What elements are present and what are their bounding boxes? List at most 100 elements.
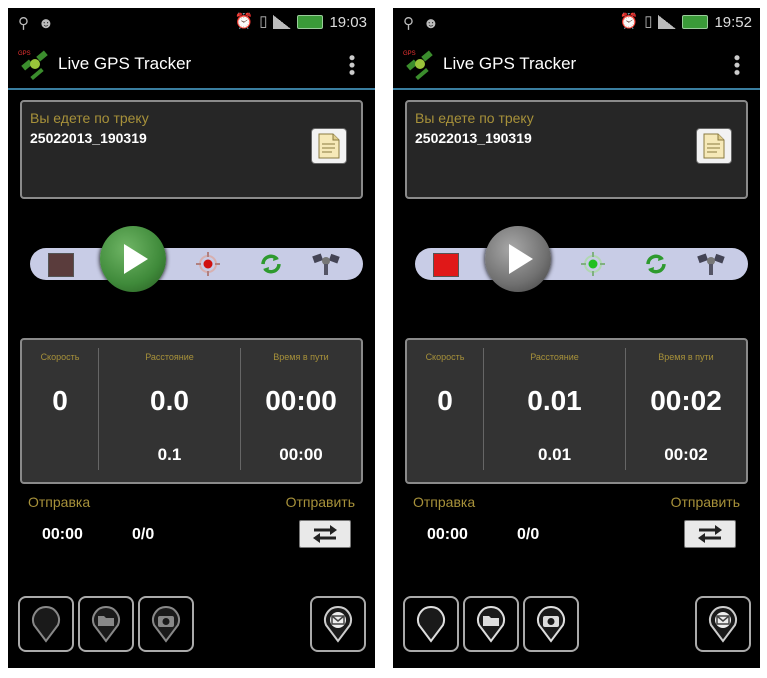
camera-pin-icon [152, 606, 180, 643]
document-icon [703, 133, 725, 159]
svg-text:GPS: GPS [403, 51, 416, 57]
distance-label: Расстояние [145, 352, 194, 362]
vibrate-icon: ▯ [644, 13, 653, 30]
send-button[interactable] [299, 520, 351, 548]
distance-label: Расстояние [530, 352, 579, 362]
satellite-icon[interactable] [312, 251, 340, 277]
stop-button[interactable] [433, 253, 459, 277]
sync-icon[interactable] [258, 251, 284, 277]
time-value: 00:02 [650, 385, 722, 416]
send-action-label: Отправить [285, 494, 355, 510]
satellite-icon[interactable] [697, 251, 725, 277]
distance-stat: Расстояние 0.0 0.1 [99, 340, 240, 468]
app-title: Live GPS Tracker [58, 54, 192, 73]
time-stat: Время в пути 00:00 00:00 [241, 340, 361, 468]
map-pin-button[interactable] [18, 596, 74, 652]
document-icon [318, 133, 340, 159]
message-pin-button[interactable] [310, 596, 366, 652]
alarm-icon: ⏰ [619, 13, 639, 30]
alarm-icon: ⏰ [234, 13, 254, 30]
status-bar: ⚲ ☻ ⏰ ▯ 19:52 [393, 8, 760, 40]
time-label: Время в пути [273, 352, 329, 362]
message-pin-icon [709, 606, 737, 643]
play-icon [509, 244, 533, 274]
satellite-logo-icon: GPS [18, 50, 48, 81]
speed-stat: Скорость 0 [22, 340, 98, 468]
overflow-menu-icon[interactable] [349, 54, 355, 76]
signal-icon [658, 15, 677, 29]
svg-text:GPS: GPS [18, 51, 31, 57]
track-panel: Вы едете по треку 25022013_190319 [405, 100, 748, 199]
folder-pin-button[interactable] [463, 596, 519, 652]
map-pin-icon [417, 606, 445, 643]
send-title: Отправка [413, 494, 476, 510]
send-time: 00:00 [427, 526, 468, 543]
distance-stat: Расстояние 0.01 0.01 [484, 340, 625, 468]
play-button[interactable] [100, 226, 166, 292]
message-pin-button[interactable] [695, 596, 751, 652]
android-icon: ☻ [423, 15, 439, 32]
track-panel: Вы едете по треку 25022013_190319 [20, 100, 363, 199]
send-time: 00:00 [42, 526, 83, 543]
battery-icon [682, 15, 709, 29]
track-label: Вы едете по треку [30, 110, 149, 126]
battery-icon [297, 15, 324, 29]
usb-icon: ⚲ [18, 15, 29, 32]
swap-arrows-icon [313, 525, 337, 543]
speed-value: 0 [52, 385, 68, 416]
app-title: Live GPS Tracker [443, 54, 577, 73]
control-bar [30, 226, 363, 292]
swap-arrows-icon [698, 525, 722, 543]
send-title: Отправка [28, 494, 91, 510]
speed-stat: Скорость 0 [407, 340, 483, 468]
control-bar [415, 226, 748, 292]
distance-sub-value: 0.1 [157, 445, 182, 464]
track-name: 25022013_190319 [30, 130, 147, 146]
send-count: 0/0 [132, 526, 155, 543]
status-bar: ⚲ ☻ ⏰ ▯ 19:03 [8, 8, 375, 40]
send-button[interactable] [684, 520, 736, 548]
track-label: Вы едете по треку [415, 110, 534, 126]
distance-value: 0.0 [150, 385, 189, 416]
message-pin-icon [324, 606, 352, 643]
app-bar: GPS Live GPS Tracker [393, 40, 760, 90]
stats-panel: Скорость 0 Расстояние 0.0 0.1 Время в пу… [20, 338, 363, 484]
distance-value: 0.01 [527, 385, 582, 416]
map-pin-button[interactable] [403, 596, 459, 652]
android-icon: ☻ [38, 15, 54, 32]
time-sub-value: 00:02 [664, 445, 708, 464]
gps-target-icon[interactable] [581, 252, 605, 276]
camera-pin-button[interactable] [138, 596, 194, 652]
speed-label: Скорость [40, 352, 80, 362]
phone-screen-2: ⚲ ☻ ⏰ ▯ 19:52 GPS Live GPS Tracker Вы ед… [393, 8, 760, 668]
folder-pin-button[interactable] [78, 596, 134, 652]
phone-screen-1: ⚲ ☻ ⏰ ▯ 19:03 GPS Live GPS Tracker Вы ед… [8, 8, 375, 668]
stats-panel: Скорость 0 Расстояние 0.01 0.01 Время в … [405, 338, 748, 484]
folder-pin-icon [92, 606, 120, 643]
track-document-button[interactable] [696, 128, 732, 164]
gps-target-icon[interactable] [196, 252, 220, 276]
camera-pin-button[interactable] [523, 596, 579, 652]
track-document-button[interactable] [311, 128, 347, 164]
vibrate-icon: ▯ [259, 13, 268, 30]
speed-label: Скорость [425, 352, 465, 362]
speed-value: 0 [437, 385, 453, 416]
time-sub-value: 00:00 [279, 445, 323, 464]
usb-icon: ⚲ [403, 15, 414, 32]
distance-sub-value: 0.01 [537, 445, 572, 464]
app-bar: GPS Live GPS Tracker [8, 40, 375, 90]
send-count: 0/0 [517, 526, 540, 543]
send-action-label: Отправить [670, 494, 740, 510]
track-name: 25022013_190319 [415, 130, 532, 146]
camera-pin-icon [537, 606, 565, 643]
stop-button[interactable] [48, 253, 74, 277]
status-clock: 19:52 [714, 13, 752, 31]
folder-pin-icon [477, 606, 505, 643]
overflow-menu-icon[interactable] [734, 54, 740, 76]
time-stat: Время в пути 00:02 00:02 [626, 340, 746, 468]
play-icon [124, 244, 148, 274]
satellite-logo-icon: GPS [403, 50, 433, 81]
sync-icon[interactable] [643, 251, 669, 277]
signal-icon [273, 15, 292, 29]
play-button[interactable] [485, 226, 551, 292]
